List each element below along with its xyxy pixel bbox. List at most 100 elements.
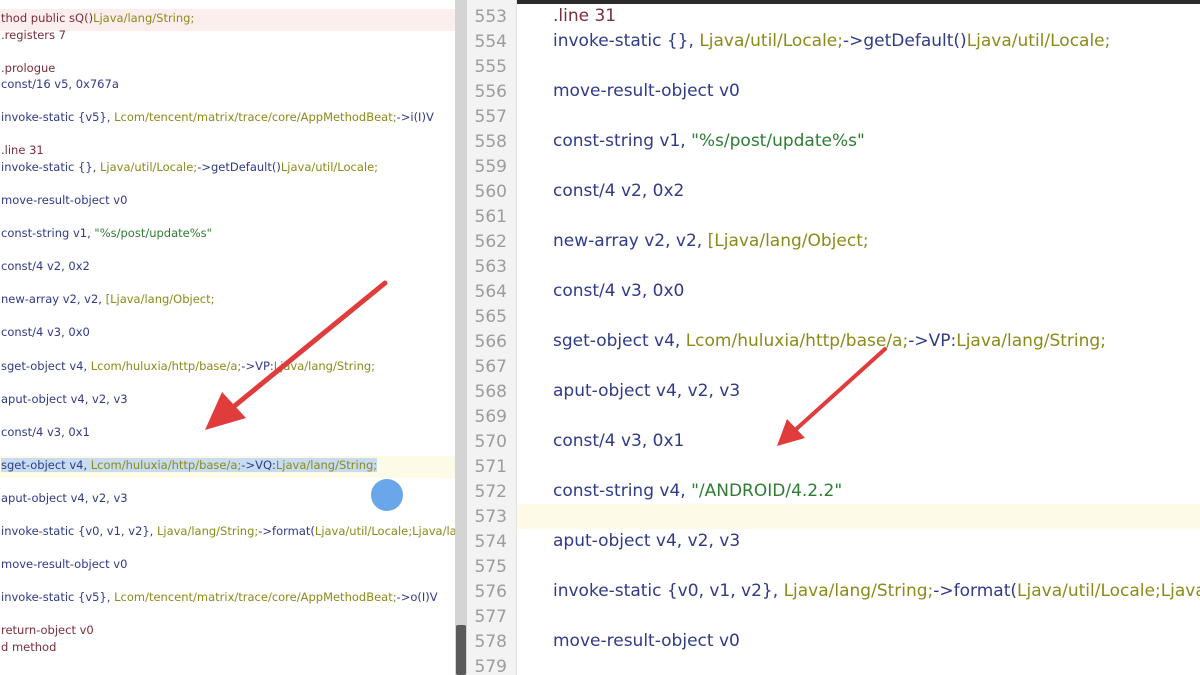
editor-code-text: sget-object v4, Lcom/huluxia/http/base/a… bbox=[553, 331, 1106, 351]
editor-line[interactable]: const/4 v2, 0x2 bbox=[467, 179, 1200, 204]
code-token: Ljava/util/Locale;Ljava/lang/S bbox=[314, 524, 455, 539]
editor-line[interactable] bbox=[467, 654, 1200, 675]
line-number: 553 bbox=[474, 7, 507, 27]
editor-line[interactable] bbox=[467, 554, 1200, 579]
editor-line[interactable] bbox=[467, 304, 1200, 329]
editor-line[interactable] bbox=[467, 454, 1200, 479]
editor-line[interactable]: const/4 v3, 0x0 bbox=[467, 279, 1200, 304]
code-token: const-string v4, bbox=[553, 481, 692, 501]
code-text: const/4 v3, 0x0 bbox=[1, 325, 90, 339]
left-code-pane[interactable]: thod public sQ()Ljava/lang/String; .regis… bbox=[0, 0, 455, 675]
scrollbar-thumb[interactable] bbox=[456, 625, 466, 675]
code-token: const/4 v2, 0x2 bbox=[553, 181, 685, 201]
editor-line[interactable] bbox=[467, 504, 1200, 529]
code-token: Ljava/lang/String; bbox=[783, 581, 934, 601]
code-text: aput-object v4, v2, v3 bbox=[1, 491, 128, 505]
editor-code-text: aput-object v4, v2, v3 bbox=[553, 381, 740, 401]
code-token: ->getDefault() bbox=[197, 159, 281, 174]
code-token: const/4 v2, 0x2 bbox=[1, 259, 90, 274]
code-token: invoke-static {v5}, bbox=[1, 110, 115, 125]
line-number: 562 bbox=[474, 232, 507, 252]
code-text: sget-object v4, Lcom/huluxia/http/base/a… bbox=[1, 359, 375, 373]
code-token: Ljava/util/Locale; bbox=[966, 31, 1111, 51]
editor-line[interactable] bbox=[467, 154, 1200, 179]
code-token: Ljava/lang/String; bbox=[156, 524, 259, 539]
code-token: .registers 7 bbox=[1, 27, 66, 42]
code-token: ->format( bbox=[258, 524, 315, 539]
code-token: ->i(I)V bbox=[396, 110, 434, 125]
editor-line[interactable]: sget-object v4, Lcom/huluxia/http/base/a… bbox=[467, 329, 1200, 354]
code-token: Ljava/util/Locale; bbox=[280, 159, 379, 174]
code-token: .line 31 bbox=[1, 143, 44, 158]
editor-line[interactable]: const-string v1, "%s/post/update%s" bbox=[467, 129, 1200, 154]
editor-line[interactable] bbox=[467, 354, 1200, 379]
line-number: 561 bbox=[474, 207, 507, 227]
code-token: Ljava/lang/String; bbox=[273, 358, 376, 373]
line-number: 565 bbox=[474, 307, 507, 327]
editor-line[interactable]: new-array v2, v2, [Ljava/lang/Object; bbox=[467, 229, 1200, 254]
code-token: const/4 v3, 0x1 bbox=[1, 424, 90, 439]
code-token: aput-object v4, v2, v3 bbox=[553, 531, 741, 551]
code-token: invoke-static {v0, v1, v2}, bbox=[553, 581, 784, 601]
code-text: new-array v2, v2, [Ljava/lang/Object; bbox=[1, 292, 215, 306]
code-token: .prologue bbox=[1, 60, 56, 75]
left-code-line[interactable]: d method bbox=[0, 638, 455, 660]
editor-code-text: invoke-static {}, Ljava/util/Locale;->ge… bbox=[553, 31, 1110, 51]
code-token: ->VQ: bbox=[241, 457, 276, 472]
editor-line[interactable] bbox=[467, 604, 1200, 629]
code-token: "%s/post/update%s" bbox=[691, 131, 865, 151]
code-text: const-string v1, "%s/post/update%s" bbox=[1, 226, 212, 240]
code-token: Lcom/tencent/matrix/trace/core/AppMethod… bbox=[114, 590, 397, 605]
code-token: const/16 v5, 0x767a bbox=[1, 77, 119, 92]
code-token: ->VP: bbox=[241, 358, 274, 373]
code-text: .line 31 bbox=[1, 143, 44, 157]
editor-line[interactable]: move-result-object v0 bbox=[467, 79, 1200, 104]
code-token: invoke-static {}, bbox=[1, 159, 100, 174]
line-number: 564 bbox=[474, 282, 507, 302]
editor-line[interactable]: const-string v4, "/ANDROID/4.2.2" bbox=[467, 479, 1200, 504]
code-text: const/4 v2, 0x2 bbox=[1, 259, 90, 273]
code-token: ->format( bbox=[933, 581, 1018, 601]
editor-line[interactable] bbox=[467, 254, 1200, 279]
editor-line[interactable]: move-result-object v0 bbox=[467, 629, 1200, 654]
line-number: 567 bbox=[474, 357, 507, 377]
editor-code-text: const/4 v3, 0x1 bbox=[553, 431, 684, 451]
editor-code-text: move-result-object v0 bbox=[553, 81, 740, 101]
editor-line[interactable]: invoke-static {v0, v1, v2}, Ljava/lang/S… bbox=[467, 579, 1200, 604]
code-token: move-result-object v0 bbox=[1, 193, 128, 208]
right-code-editor[interactable]: .line 31 invoke-static {}, Ljava/util/Loc… bbox=[467, 0, 1200, 675]
code-token: Lcom/huluxia/http/base/a; bbox=[685, 331, 909, 351]
editor-line[interactable]: invoke-static {}, Ljava/util/Locale;->ge… bbox=[467, 29, 1200, 54]
code-text: const/16 v5, 0x767a bbox=[1, 77, 119, 91]
editor-line[interactable] bbox=[467, 104, 1200, 129]
editor-line[interactable] bbox=[467, 404, 1200, 429]
editor-code-text: const/4 v3, 0x0 bbox=[553, 281, 684, 301]
code-token: move-result-object v0 bbox=[553, 81, 740, 101]
editor-line[interactable]: const/4 v3, 0x1 bbox=[467, 429, 1200, 454]
editor-line[interactable] bbox=[467, 54, 1200, 79]
code-token: move-result-object v0 bbox=[553, 631, 740, 651]
code-text: invoke-static {}, Ljava/util/Locale;->ge… bbox=[1, 160, 378, 174]
editor-line[interactable] bbox=[467, 204, 1200, 229]
code-text: invoke-static {v0, v1, v2}, Ljava/lang/S… bbox=[1, 524, 455, 538]
code-text: invoke-static {v5}, Lcom/tencent/matrix/… bbox=[1, 590, 438, 604]
editor-code-text: const-string v4, "/ANDROID/4.2.2" bbox=[553, 481, 842, 501]
editor-line[interactable]: aput-object v4, v2, v3 bbox=[467, 529, 1200, 554]
line-number: 566 bbox=[474, 332, 507, 352]
editor-line[interactable]: .line 31 bbox=[467, 4, 1200, 29]
pane-scrollbar[interactable] bbox=[455, 0, 467, 675]
code-token: aput-object v4, v2, v3 bbox=[553, 381, 741, 401]
editor-code-text: const/4 v2, 0x2 bbox=[553, 181, 684, 201]
code-text: d method bbox=[1, 640, 56, 654]
line-number: 560 bbox=[474, 182, 507, 202]
line-number: 557 bbox=[474, 107, 507, 127]
code-text: .prologue bbox=[1, 61, 55, 75]
code-token: invoke-static {}, bbox=[553, 31, 700, 51]
code-token: Ljava/util/Locale; bbox=[99, 159, 198, 174]
line-number: 559 bbox=[474, 157, 507, 177]
editor-line[interactable]: aput-object v4, v2, v3 bbox=[467, 379, 1200, 404]
line-number: 556 bbox=[474, 82, 507, 102]
line-number: 577 bbox=[474, 607, 507, 627]
code-token: sget-object v4, bbox=[1, 358, 91, 373]
line-number: 574 bbox=[474, 532, 507, 552]
